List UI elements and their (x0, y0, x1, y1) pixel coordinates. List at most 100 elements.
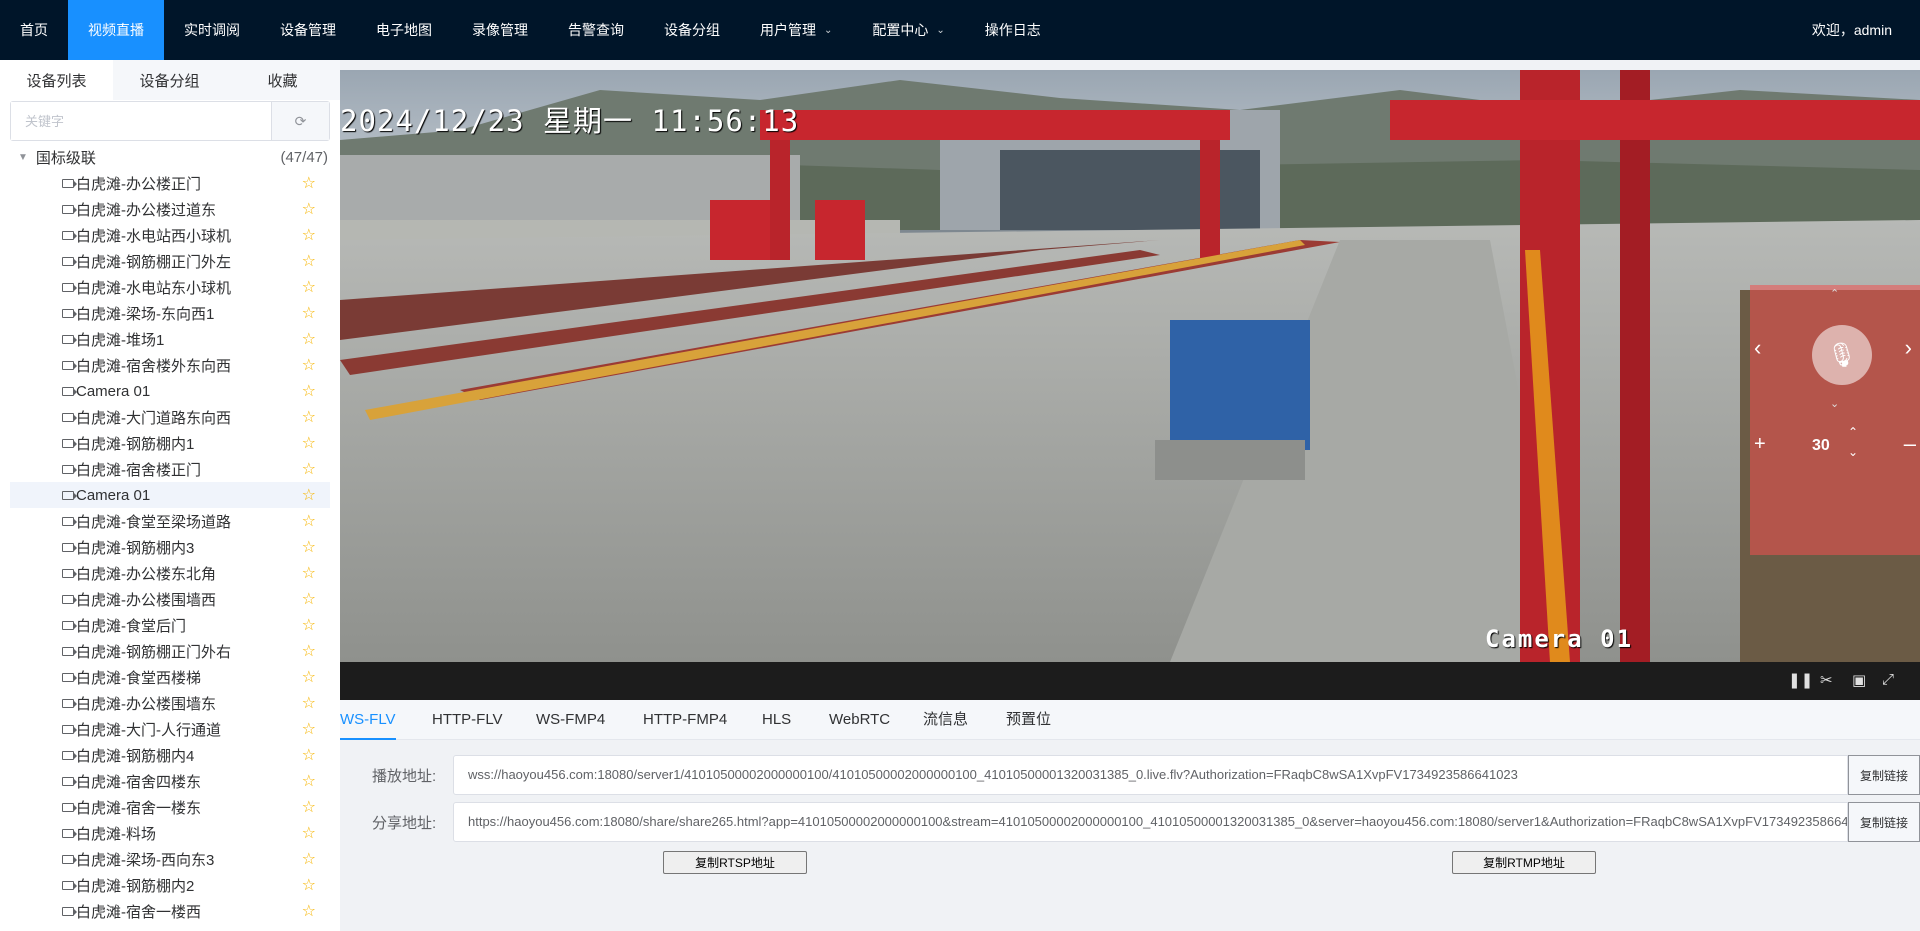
tree-item-camera[interactable]: 白虎滩-办公楼正门 ☆ (10, 170, 330, 196)
star-icon[interactable]: ☆ (302, 433, 316, 453)
star-icon[interactable]: ☆ (302, 849, 316, 869)
star-icon[interactable]: ☆ (302, 667, 316, 687)
tab-stream-1[interactable]: HTTP-FLV (432, 700, 503, 740)
play-url-field[interactable]: wss://haoyou456.com:18080/server1/410105… (453, 755, 1848, 795)
star-icon[interactable]: ☆ (302, 329, 316, 349)
tree-item-camera[interactable]: 白虎滩-宿舍楼正门 ☆ (10, 456, 330, 482)
tab-device-group[interactable]: 设备分组 (113, 60, 226, 100)
tree-item-camera[interactable]: 白虎滩-宿舍楼外东向西 ☆ (10, 352, 330, 378)
star-icon[interactable]: ☆ (302, 485, 316, 505)
star-icon[interactable]: ☆ (302, 563, 316, 583)
copy-share-url-button[interactable]: 复制链接 (1848, 802, 1920, 842)
share-url-field[interactable]: https://haoyou456.com:18080/share/share2… (453, 802, 1848, 842)
star-icon[interactable]: ☆ (302, 303, 316, 323)
tab-stream-7[interactable]: 预置位 (1006, 700, 1051, 740)
tree-item-camera[interactable]: 白虎滩-办公楼围墙西 ☆ (10, 586, 330, 612)
star-icon[interactable]: ☆ (302, 797, 316, 817)
tree-root-node[interactable]: ▼ 国标级联 (47/47) (0, 144, 340, 170)
star-icon[interactable]: ☆ (302, 355, 316, 375)
nav-item-1[interactable]: 视频直播 (68, 0, 164, 60)
ptz-up-icon[interactable]: ⌃ (1830, 287, 1839, 300)
tree-item-camera[interactable]: 白虎滩-钢筋棚内3 ☆ (10, 534, 330, 560)
star-icon[interactable]: ☆ (302, 407, 316, 427)
tree-item-camera[interactable]: 白虎滩-食堂后门 ☆ (10, 612, 330, 638)
nav-item-0[interactable]: 首页 (0, 0, 68, 60)
tree-item-camera[interactable]: 白虎滩-食堂西楼梯 ☆ (10, 664, 330, 690)
tree-item-camera[interactable]: 白虎滩-料场 ☆ (10, 820, 330, 846)
speed-up-icon[interactable]: ⌃ (1848, 425, 1858, 439)
nav-item-2[interactable]: 实时调阅 (164, 0, 260, 60)
tree-item-camera[interactable]: 白虎滩-梁场-东向西1 ☆ (10, 300, 330, 326)
nav-item-6[interactable]: 告警查询 (548, 0, 644, 60)
tree-item-camera[interactable]: 白虎滩-宿舍一楼东 ☆ (10, 794, 330, 820)
tree-item-camera[interactable]: 白虎滩-办公楼围墙东 ☆ (10, 690, 330, 716)
nav-item-7[interactable]: 设备分组 (644, 0, 740, 60)
zoom-in-icon[interactable]: + (1754, 433, 1766, 456)
tab-stream-3[interactable]: HTTP-FMP4 (643, 700, 727, 740)
zoom-out-icon[interactable]: – (1904, 431, 1916, 457)
search-input[interactable] (11, 102, 271, 140)
tree-item-camera[interactable]: 白虎滩-水电站西小球机 ☆ (10, 222, 330, 248)
star-icon[interactable]: ☆ (302, 693, 316, 713)
tree-item-camera[interactable]: 白虎滩-大门道路东向西 ☆ (10, 404, 330, 430)
star-icon[interactable]: ☆ (302, 641, 316, 661)
star-icon[interactable]: ☆ (302, 823, 316, 843)
pause-icon[interactable]: ❚❚ (1788, 671, 1813, 689)
star-icon[interactable]: ☆ (302, 277, 316, 297)
nav-item-10[interactable]: 操作日志 (965, 0, 1061, 60)
star-icon[interactable]: ☆ (302, 537, 316, 557)
tree-item-camera[interactable]: 白虎滩-水电站东小球机 ☆ (10, 274, 330, 300)
star-icon[interactable]: ☆ (302, 771, 316, 791)
scissors-icon[interactable]: ✂ (1820, 671, 1833, 689)
ptz-right-icon[interactable]: › (1905, 335, 1912, 361)
copy-rtmp-button[interactable]: 复制RTMP地址 (1452, 851, 1596, 874)
star-icon[interactable]: ☆ (302, 589, 316, 609)
speed-down-icon[interactable]: ⌄ (1848, 445, 1858, 459)
star-icon[interactable]: ☆ (302, 251, 316, 271)
tree-item-camera[interactable]: 白虎滩-大门-人行通道 ☆ (10, 716, 330, 742)
copy-rtsp-button[interactable]: 复制RTSP地址 (663, 851, 807, 874)
refresh-icon[interactable]: ⟳ (271, 102, 329, 140)
star-icon[interactable]: ☆ (302, 381, 316, 401)
nav-item-5[interactable]: 录像管理 (452, 0, 548, 60)
tree-item-camera[interactable]: Camera 01 ☆ (10, 378, 330, 404)
tree-item-camera[interactable]: 白虎滩-钢筋棚内2 ☆ (10, 872, 330, 898)
tab-stream-0[interactable]: WS-FLV (340, 700, 396, 740)
star-icon[interactable]: ☆ (302, 875, 316, 895)
tree-item-camera[interactable]: 白虎滩-宿舍四楼东 ☆ (10, 768, 330, 794)
tab-favorites[interactable]: 收藏 (226, 60, 339, 100)
star-icon[interactable]: ☆ (302, 459, 316, 479)
caret-down-icon[interactable]: ▼ (18, 152, 28, 163)
ptz-left-icon[interactable]: ‹ (1754, 335, 1761, 361)
star-icon[interactable]: ☆ (302, 901, 316, 921)
nav-item-4[interactable]: 电子地图 (356, 0, 452, 60)
tab-stream-5[interactable]: WebRTC (829, 700, 890, 740)
star-icon[interactable]: ☆ (302, 199, 316, 219)
tab-stream-4[interactable]: HLS (762, 700, 791, 740)
tab-device-list[interactable]: 设备列表 (0, 60, 113, 100)
record-icon[interactable]: ▣ (1852, 671, 1866, 689)
tree-item-camera[interactable]: 白虎滩-宿舍一楼西 ☆ (10, 898, 330, 924)
tree-item-camera[interactable]: 白虎滩-办公楼东北角 ☆ (10, 560, 330, 586)
tree-item-camera[interactable]: 白虎滩-钢筋棚内1 ☆ (10, 430, 330, 456)
star-icon[interactable]: ☆ (302, 745, 316, 765)
fullscreen-icon[interactable]: ⤢ (1882, 671, 1894, 688)
tree-item-camera[interactable]: 白虎滩-办公楼过道东 ☆ (10, 196, 330, 222)
nav-item-8[interactable]: 用户管理 ⌄ (740, 0, 852, 60)
tab-stream-2[interactable]: WS-FMP4 (536, 700, 605, 740)
tree-item-camera[interactable]: 白虎滩-钢筋棚内4 ☆ (10, 742, 330, 768)
ptz-down-icon[interactable]: ⌄ (1830, 397, 1839, 410)
welcome-user[interactable]: 欢迎，admin (1812, 0, 1920, 60)
copy-play-url-button[interactable]: 复制链接 (1848, 755, 1920, 795)
tree-item-camera[interactable]: 白虎滩-钢筋棚正门外左 ☆ (10, 248, 330, 274)
tree-item-camera[interactable]: 白虎滩-食堂至梁场道路 ☆ (10, 508, 330, 534)
microphone-icon[interactable]: 🎙 (1812, 325, 1872, 385)
tree-item-camera[interactable]: Camera 01 ☆ (10, 482, 330, 508)
star-icon[interactable]: ☆ (302, 615, 316, 635)
video-player[interactable]: 2024/12/23 星期一 11:56:13 Camera 01 ‹ › ⌃ … (340, 70, 1920, 662)
nav-item-3[interactable]: 设备管理 (260, 0, 356, 60)
tree-item-camera[interactable]: 白虎滩-钢筋棚正门外右 ☆ (10, 638, 330, 664)
tree-item-camera[interactable]: 白虎滩-梁场-西向东3 ☆ (10, 846, 330, 872)
star-icon[interactable]: ☆ (302, 719, 316, 739)
nav-item-9[interactable]: 配置中心 ⌄ (852, 0, 964, 60)
